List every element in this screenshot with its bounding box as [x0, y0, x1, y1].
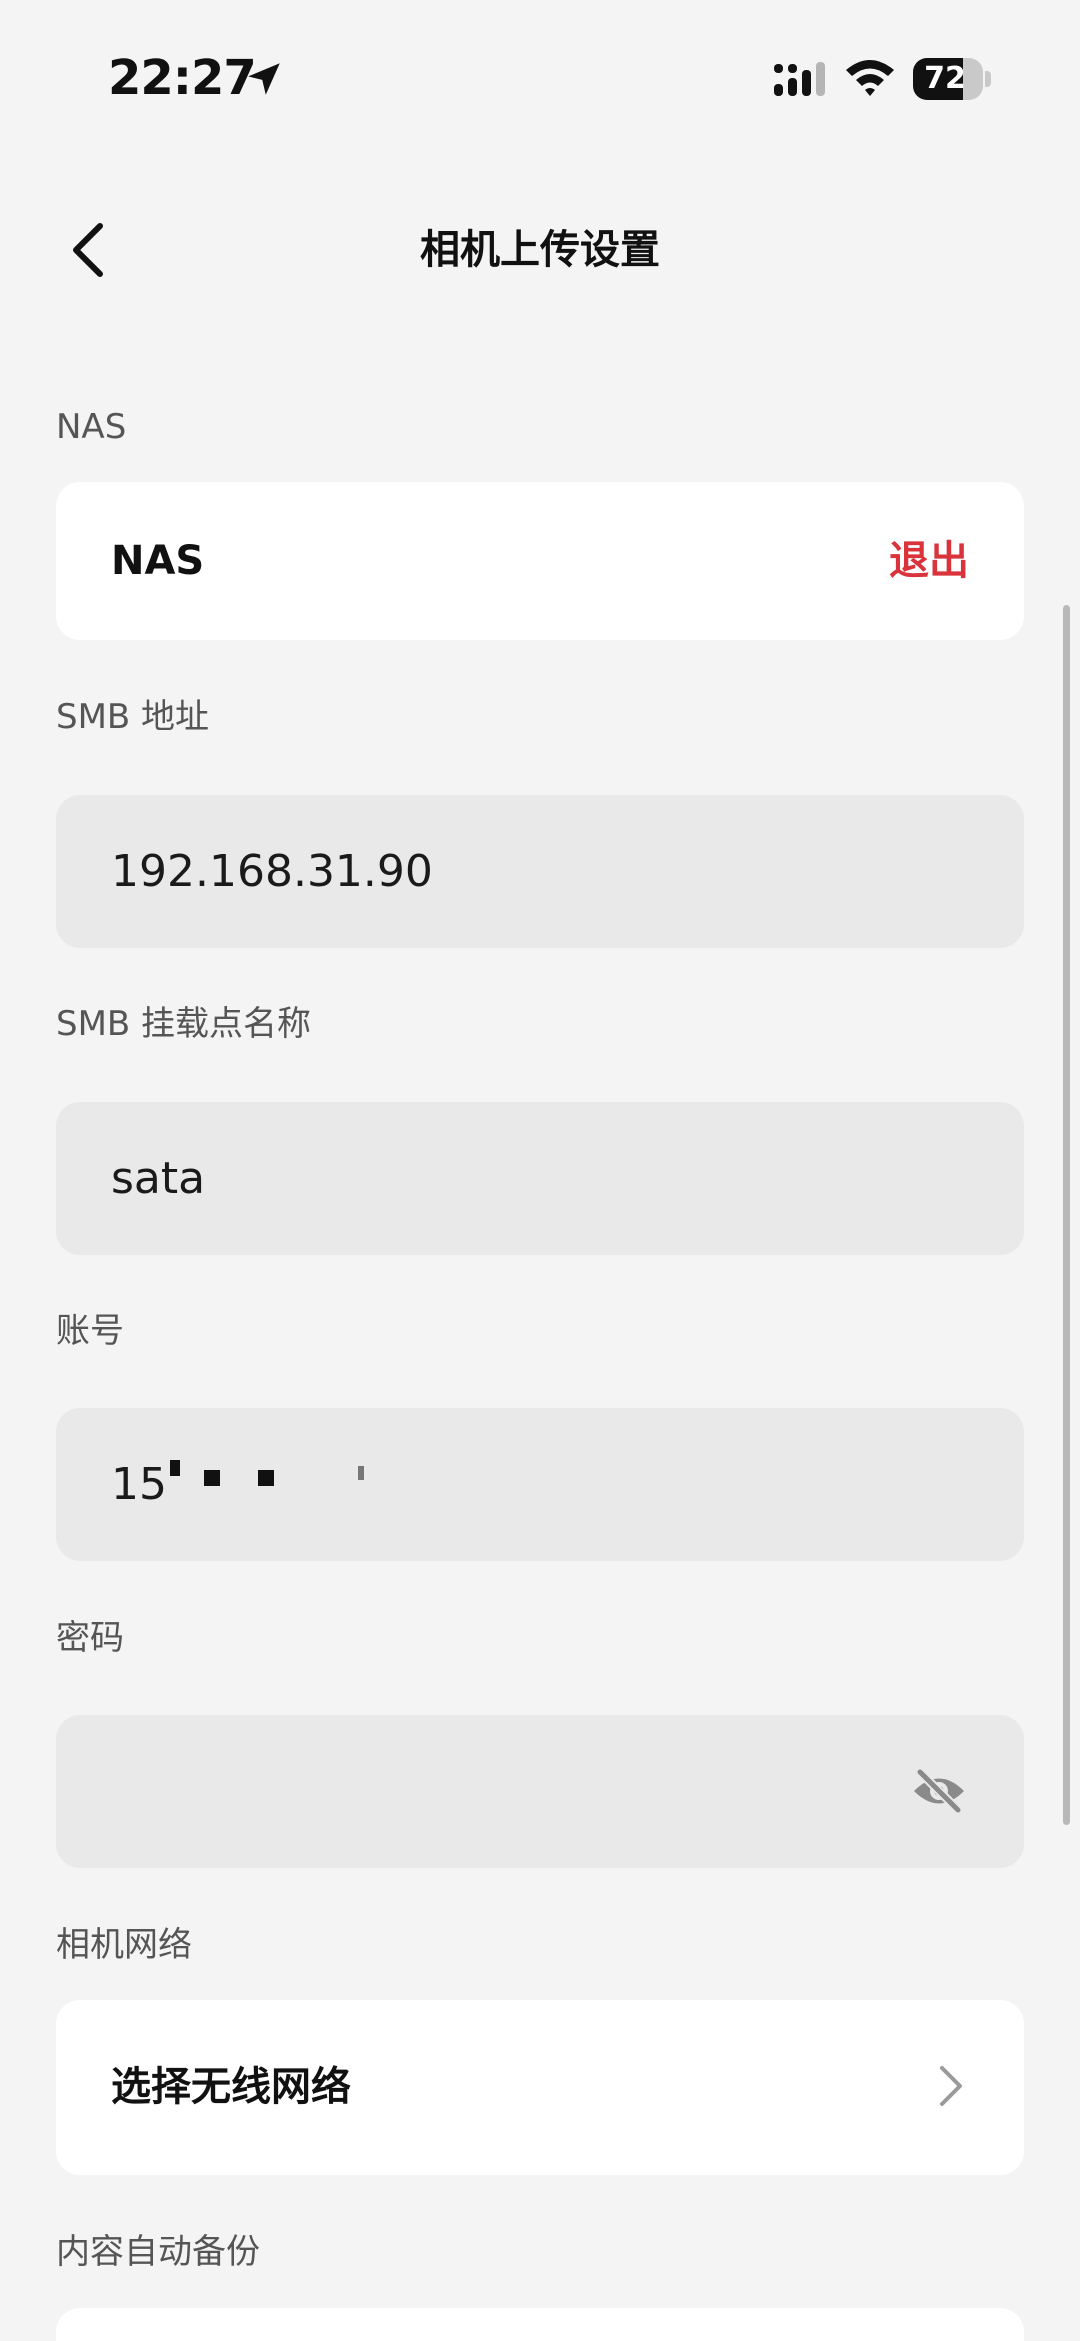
redaction-mark	[258, 1470, 274, 1486]
select-wifi-label: 选择无线网络	[111, 2064, 351, 2110]
smb-mount-field[interactable]: sata	[56, 1102, 1024, 1255]
eye-off-icon[interactable]	[910, 1766, 968, 1816]
battery-level: 72	[924, 61, 966, 96]
nas-section-label: NAS	[56, 407, 127, 447]
wifi-icon	[846, 60, 894, 96]
battery-icon: 72	[913, 58, 991, 100]
cellular-signal-icon	[774, 62, 825, 96]
battery-tip	[985, 71, 991, 87]
smb-mount-label: SMB 挂载点名称	[56, 1004, 312, 1044]
page-title: 相机上传设置	[420, 227, 660, 273]
chevron-right-icon	[940, 2066, 962, 2106]
account-label: 账号	[56, 1311, 124, 1351]
redaction-mark	[204, 1470, 220, 1486]
redaction-mask	[166, 1448, 371, 1528]
scrollbar[interactable]	[1063, 605, 1070, 1825]
password-field[interactable]	[56, 1715, 1024, 1868]
nav-bar: 相机上传设置	[0, 190, 1080, 310]
camera-network-label: 相机网络	[56, 1925, 192, 1965]
password-label: 密码	[56, 1618, 124, 1658]
status-bar: 22:27 72	[0, 0, 1080, 150]
smb-address-label: SMB 地址	[56, 697, 210, 737]
smb-address-field[interactable]: 192.168.31.90	[56, 795, 1024, 948]
auto-backup-label: 内容自动备份	[56, 2232, 260, 2272]
redaction-mark	[170, 1460, 180, 1476]
logout-button[interactable]: 退出	[889, 482, 969, 640]
back-button[interactable]	[60, 218, 120, 282]
smb-address-value: 192.168.31.90	[111, 846, 433, 897]
location-arrow-icon	[248, 63, 280, 95]
auto-backup-card[interactable]	[56, 2308, 1024, 2341]
smb-mount-value: sata	[111, 1153, 206, 1204]
nas-card: NAS 退出	[56, 482, 1024, 640]
select-wifi-button[interactable]: 选择无线网络	[56, 2000, 1024, 2175]
status-time: 22:27	[108, 50, 257, 106]
nas-name: NAS	[111, 538, 205, 584]
redaction-mark	[358, 1466, 364, 1480]
account-field[interactable]: 155 902	[56, 1408, 1024, 1561]
battery-body: 72	[913, 58, 983, 100]
